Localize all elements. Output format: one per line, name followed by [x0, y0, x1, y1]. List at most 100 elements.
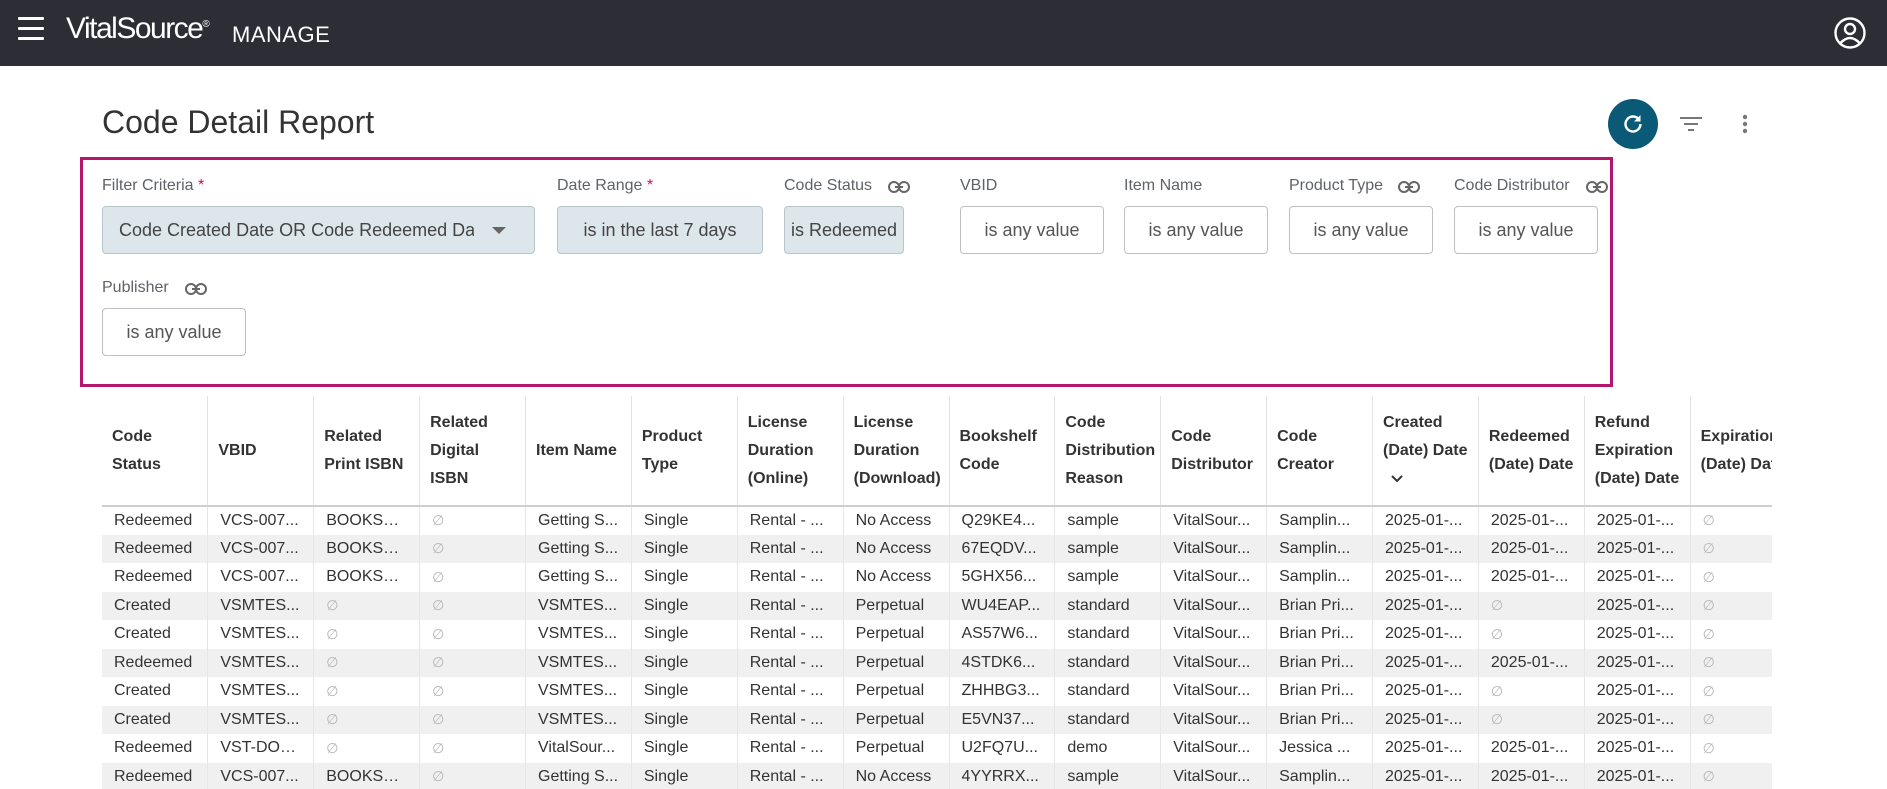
- table-cell: VitalSour...: [1160, 534, 1267, 563]
- table-cell: ∅: [1689, 563, 1772, 592]
- column-header-label: License Duration (Online): [747, 413, 814, 487]
- link-icon[interactable]: [888, 180, 910, 194]
- page-title: Code Detail Report: [102, 104, 375, 140]
- table-cell: Samplin...: [1266, 534, 1373, 563]
- column-header[interactable]: Related Print ISBN: [313, 396, 420, 507]
- table-cell: U2FQ7U...: [948, 734, 1055, 763]
- vitalsource-logo[interactable]: VitalSource®: [66, 12, 210, 46]
- item-name-chip[interactable]: is any value: [1124, 206, 1268, 254]
- table-cell: Rental - ...: [736, 534, 844, 563]
- table-cell: BOOKSH...: [313, 506, 420, 535]
- table-row[interactable]: Created VSMTES... ∅ ∅ VSMTES... Single Rental …: [102, 705, 1772, 734]
- code-status-label: Code Status: [784, 177, 873, 194]
- code-status-chip[interactable]: is Redeemed: [784, 206, 904, 254]
- link-icon[interactable]: [185, 282, 207, 296]
- filter-criteria-select[interactable]: Code Created Date OR Code Redeemed Date: [102, 206, 535, 254]
- table-row[interactable]: Redeemed VCS-007... BOOKSH... ∅ Getting S...…: [102, 534, 1772, 563]
- more-vert-icon[interactable]: [1735, 112, 1755, 136]
- table-row[interactable]: Redeemed VSMTES... ∅ ∅ VSMTES... Single Rental…: [102, 648, 1772, 677]
- table-cell: VSMTES...: [207, 620, 314, 649]
- vbid-chip[interactable]: is any value: [960, 206, 1104, 254]
- table-row[interactable]: Redeemed VCS-007... BOOKSH... ∅ Getting S...…: [102, 762, 1772, 789]
- table-cell: Rental - ...: [736, 563, 844, 592]
- table-cell: Rental - ...: [736, 620, 844, 649]
- table-row[interactable]: Created VSMTES... ∅ ∅ VSMTES... Single Rental …: [102, 620, 1772, 649]
- table-cell: Perpetual: [842, 591, 949, 620]
- table-cell: VSMTES...: [525, 677, 632, 706]
- table-cell: VCS-007...: [207, 506, 314, 535]
- filter-criteria-label: Filter Criteria *: [102, 177, 204, 195]
- column-header[interactable]: Redeemed (Date) Date: [1477, 396, 1585, 507]
- sort-desc-icon[interactable]: [1391, 473, 1403, 483]
- refresh-button[interactable]: [1608, 99, 1658, 149]
- account-icon[interactable]: [1833, 16, 1867, 50]
- report-table-container[interactable]: Code Status VBID Related Print ISBN Related…: [102, 396, 1772, 789]
- link-icon[interactable]: [1398, 180, 1420, 194]
- table-cell: ∅: [1689, 762, 1772, 789]
- table-cell: 2025-01-...: [1372, 677, 1479, 706]
- table-cell: ∅: [1689, 534, 1772, 563]
- table-cell: ∅: [1689, 591, 1772, 620]
- column-header-label: Related Print ISBN: [324, 427, 404, 473]
- table-cell: Perpetual: [842, 648, 949, 677]
- column-header-label: Code Distribution Reason: [1065, 413, 1156, 487]
- link-icon[interactable]: [1586, 180, 1608, 194]
- column-header[interactable]: Product Type: [630, 396, 738, 507]
- date-range-label-text: Date Range: [557, 177, 643, 194]
- table-cell: Single: [630, 762, 738, 789]
- table-row[interactable]: Created VSMTES... ∅ ∅ VSMTES... Single Rental …: [102, 677, 1772, 706]
- table-cell: ∅: [1689, 620, 1772, 649]
- table-cell: VCS-007...: [207, 563, 314, 592]
- column-header[interactable]: Expiration (Date) Date: [1689, 396, 1772, 507]
- table-cell: VitalSour...: [525, 734, 632, 763]
- table-cell: Perpetual: [842, 734, 949, 763]
- column-header[interactable]: Related Digital ISBN: [419, 396, 526, 507]
- table-cell: 2025-01-...: [1477, 734, 1585, 763]
- publisher-chip[interactable]: is any value: [102, 308, 246, 356]
- table-cell: 2025-01-...: [1477, 563, 1585, 592]
- filter-icon[interactable]: [1677, 112, 1705, 136]
- table-cell: Created: [114, 625, 171, 643]
- column-header[interactable]: Created (Date) Date: [1372, 396, 1479, 507]
- table-cell: Single: [630, 677, 738, 706]
- menu-icon[interactable]: [18, 17, 44, 41]
- column-header[interactable]: Refund Expiration (Date) Date: [1583, 396, 1691, 507]
- column-header-label: Code Status: [112, 427, 161, 473]
- dropdown-caret-icon: [492, 227, 506, 234]
- column-header-label: Refund Expiration (Date) Date: [1594, 413, 1680, 487]
- column-header[interactable]: Code Distribution Reason: [1054, 396, 1161, 507]
- table-row[interactable]: Created VSMTES... ∅ ∅ VSMTES... Single Rental …: [102, 591, 1772, 620]
- table-cell: ∅: [1689, 705, 1772, 734]
- table-body: Redeemed VCS-007... BOOKSH... ∅ Getting S...…: [102, 506, 1772, 789]
- table-cell: Rental - ...: [736, 762, 844, 789]
- table-row[interactable]: Redeemed VCS-007... BOOKSH... ∅ Getting S...…: [102, 563, 1772, 592]
- column-header[interactable]: License Duration (Download): [842, 396, 949, 507]
- table-cell: sample: [1054, 506, 1161, 535]
- date-range-chip[interactable]: is in the last 7 days: [557, 206, 763, 254]
- column-header[interactable]: Code Creator: [1266, 396, 1373, 507]
- column-header-label: Created (Date) Date: [1383, 413, 1468, 459]
- table-cell: Redeemed: [114, 539, 193, 557]
- column-header[interactable]: Bookshelf Code: [948, 396, 1055, 507]
- table-cell: Redeemed: [114, 568, 193, 586]
- column-header[interactable]: VBID: [207, 396, 314, 507]
- table-cell: 2025-01-...: [1477, 534, 1585, 563]
- product-type-chip[interactable]: is any value: [1289, 206, 1433, 254]
- table-cell: ∅: [419, 506, 526, 535]
- table-row[interactable]: Redeemed VCS-007... BOOKSH... ∅ Getting S...…: [102, 506, 1772, 535]
- column-header[interactable]: Item Name: [525, 396, 632, 507]
- code-distributor-chip[interactable]: is any value: [1454, 206, 1598, 254]
- column-header[interactable]: Code Distributor: [1160, 396, 1267, 507]
- table-cell: Getting S...: [525, 534, 632, 563]
- table-row[interactable]: Redeemed VST-DOC... ∅ ∅ VitalSour... Single Re…: [102, 734, 1772, 763]
- logo-registered-mark: ®: [202, 19, 210, 30]
- table-cell: ∅: [313, 648, 420, 677]
- column-header[interactable]: Code Status: [102, 396, 208, 507]
- table-cell: standard: [1054, 620, 1161, 649]
- table-cell: Perpetual: [842, 705, 949, 734]
- table-cell: VCS-007...: [207, 762, 314, 789]
- column-header[interactable]: License Duration (Online): [736, 396, 844, 507]
- table-cell: VitalSour...: [1160, 591, 1267, 620]
- table-cell: standard: [1054, 677, 1161, 706]
- table-cell: ∅: [1689, 677, 1772, 706]
